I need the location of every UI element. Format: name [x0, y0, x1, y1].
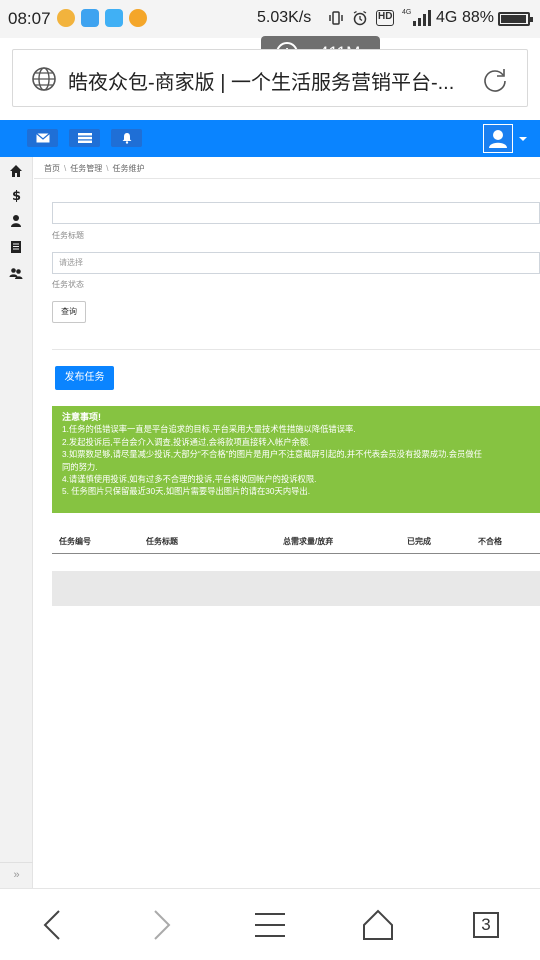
- page-title: 皓夜众包-商家版 | 一个生活服务营销平台-...: [68, 72, 455, 94]
- notice-line: 1.任务的低错误率一直是平台追求的目标,平台采用大量技术性措施以降低错误率.: [62, 424, 356, 435]
- tasks-button[interactable]: [69, 129, 100, 147]
- notifications-button[interactable]: [111, 129, 142, 147]
- breadcrumb-separator: \: [106, 164, 109, 173]
- task-status-label: 任务状态: [52, 280, 84, 289]
- column-header-unqualified[interactable]: 不合格: [478, 536, 502, 547]
- forward-icon[interactable]: [141, 905, 181, 945]
- chevron-down-icon[interactable]: [519, 137, 527, 141]
- reload-icon[interactable]: [481, 66, 509, 94]
- vibrate-icon: [328, 10, 344, 26]
- network-type: 4G: [436, 9, 458, 26]
- user-avatar-button[interactable]: [483, 124, 513, 153]
- app-notification-icon: [57, 9, 75, 27]
- users-icon[interactable]: [9, 266, 23, 280]
- menu-icon[interactable]: [250, 905, 290, 945]
- form-divider: [52, 349, 540, 350]
- hd-icon: HD: [376, 10, 395, 26]
- tabs-count: 3: [473, 912, 499, 938]
- sidebar: $ »: [0, 157, 33, 888]
- breadcrumb-parent[interactable]: 任务管理: [70, 164, 102, 173]
- sidebar-collapse-button[interactable]: »: [0, 862, 33, 888]
- notice-box: 注意事项! 1.任务的低错误率一直是平台追求的目标,平台采用大量技术性措施以降低…: [52, 406, 540, 513]
- breadcrumb-home[interactable]: 首页: [44, 164, 60, 173]
- breadcrumb: 首页 \ 任务管理 \ 任务维护: [44, 163, 144, 174]
- home-page-icon[interactable]: [358, 905, 398, 945]
- globe-icon: [32, 67, 56, 91]
- battery-percent: 88%: [462, 9, 495, 26]
- browser-bottom-nav: 3: [0, 888, 540, 960]
- column-header-task-id[interactable]: 任务编号: [59, 536, 91, 547]
- notice-line: 同的努力.: [62, 461, 98, 472]
- notice-line: 4.请谨慎使用投诉,如有过多不合理的投诉,平台将收回帐户的投诉权限.: [62, 474, 317, 485]
- task-title-input[interactable]: [52, 202, 540, 224]
- home-icon[interactable]: [9, 164, 23, 178]
- table-empty-row: [52, 571, 540, 606]
- book-icon[interactable]: [9, 240, 23, 254]
- battery-icon: [498, 12, 533, 26]
- user-icon[interactable]: [9, 214, 23, 228]
- dollar-icon[interactable]: $: [9, 188, 23, 202]
- svg-text:$: $: [12, 189, 21, 202]
- notice-title: 注意事项!: [62, 412, 101, 422]
- column-header-completed[interactable]: 已完成: [407, 536, 431, 547]
- column-header-total-demand[interactable]: 总需求量/放弃: [283, 536, 333, 547]
- signal-icon: [413, 10, 433, 26]
- app-header: [0, 120, 540, 157]
- publish-task-button[interactable]: 发布任务: [55, 366, 114, 390]
- notice-line: 3.如票数足够,请尽量减少投诉,大部分“不合格”的图片是用户不注意截屏引起的,并…: [62, 449, 482, 460]
- breadcrumb-separator: \: [64, 164, 67, 173]
- breadcrumb-divider: [34, 178, 540, 179]
- status-bar: 08:07 5.03K/s HD 4G 4G 88%: [0, 0, 540, 38]
- alarm-icon: [352, 10, 368, 26]
- tabs-button[interactable]: 3: [466, 905, 506, 945]
- clock: 08:07: [8, 9, 51, 28]
- tasks-icon: [77, 133, 92, 143]
- column-header-task-title[interactable]: 任务标题: [146, 536, 178, 547]
- mail-button[interactable]: [27, 129, 58, 147]
- back-icon[interactable]: [33, 905, 73, 945]
- task-status-select[interactable]: 请选择: [52, 252, 540, 274]
- network-speed: 5.03K/s: [257, 9, 312, 26]
- coin-app-icon: [129, 9, 147, 27]
- query-button[interactable]: 查询: [52, 301, 86, 323]
- table-header-divider: [52, 553, 540, 554]
- message-app-icon: [81, 9, 99, 27]
- browser-address-bar[interactable]: 皓夜众包-商家版 | 一个生活服务营销平台-...: [12, 49, 528, 107]
- task-title-label: 任务标题: [52, 231, 84, 240]
- user-avatar-icon: [489, 130, 507, 148]
- bell-icon: [122, 133, 131, 144]
- small-network-tag: 4G: [402, 9, 412, 16]
- notice-line: 2.发起投诉后,平台会介入调查,投诉通过,会将款项直接转入帐户余额.: [62, 436, 311, 447]
- envelope-icon: [35, 133, 50, 143]
- breadcrumb-current: 任务维护: [112, 164, 145, 173]
- scan-app-icon: [105, 9, 123, 27]
- notice-line: 5. 任务图片只保留最近30天,如图片需要导出图片的请在30天内导出.: [62, 486, 311, 497]
